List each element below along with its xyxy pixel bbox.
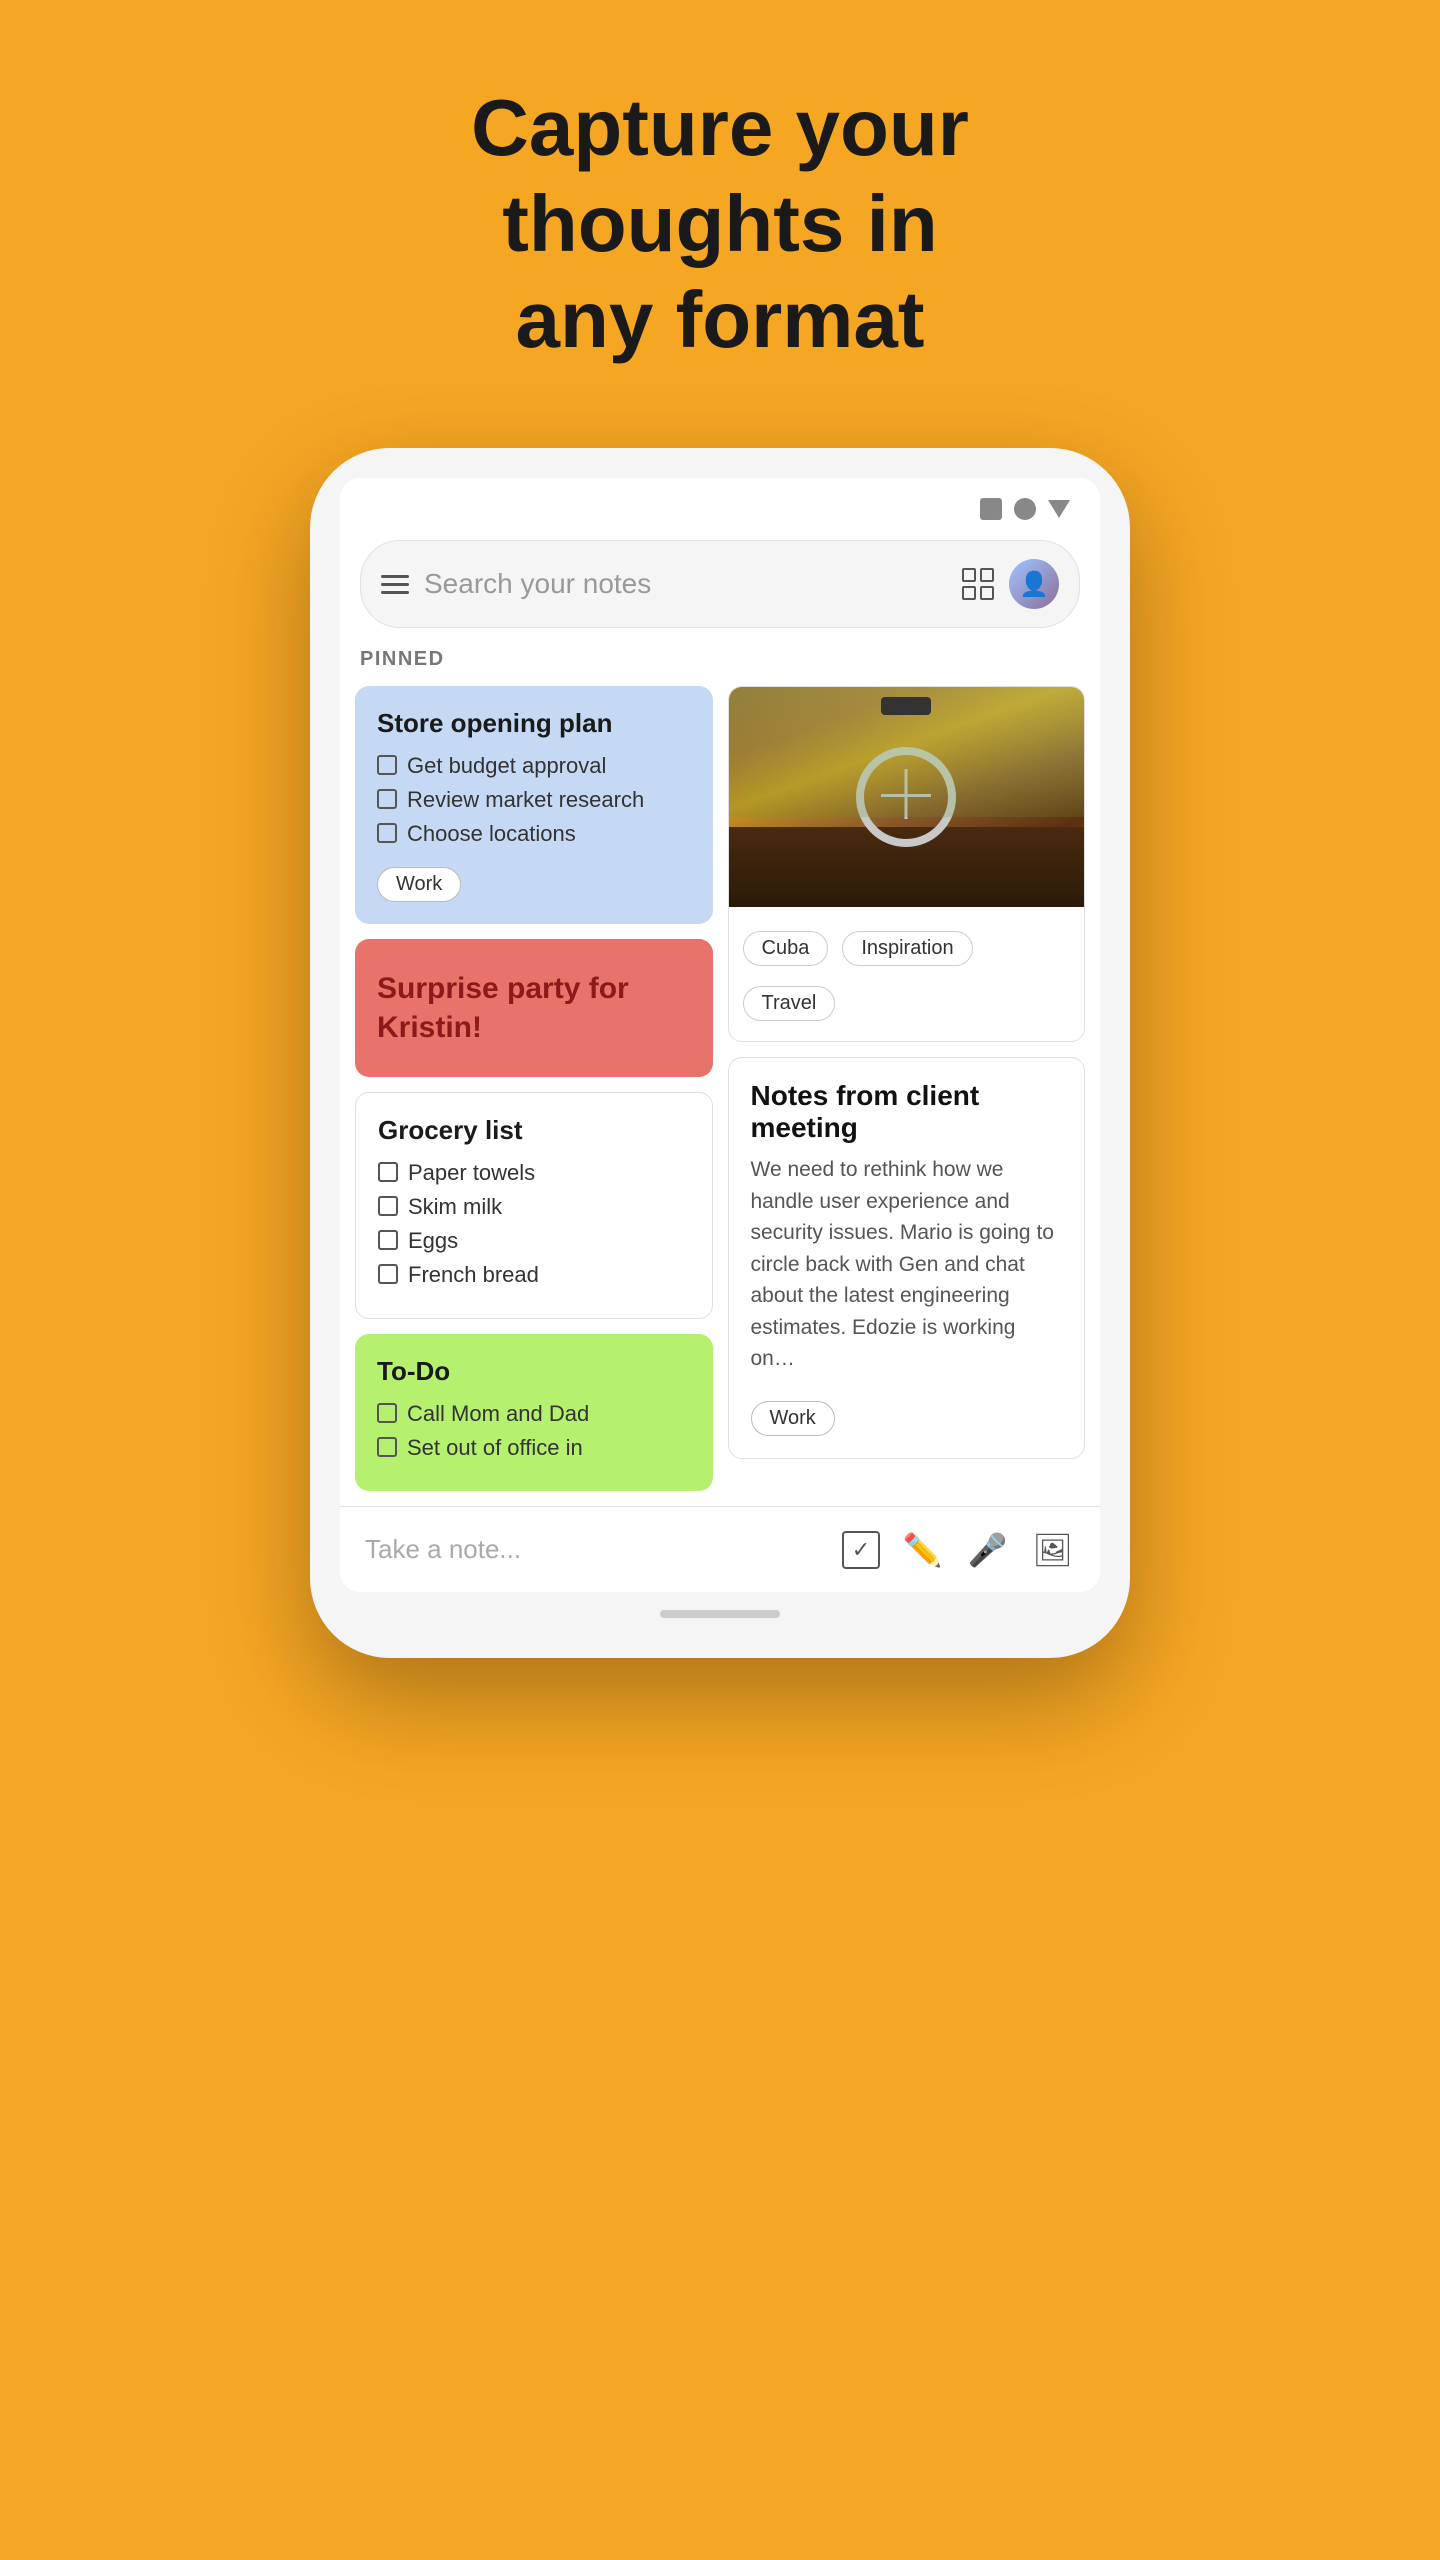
checkbox-item-1: Get budget approval	[377, 753, 691, 779]
note-client-meeting[interactable]: Notes from client meeting We need to ret…	[728, 1057, 1086, 1459]
phone-screen: Search your notes 👤 PINNED St	[340, 478, 1100, 1592]
note-client-tag[interactable]: Work	[751, 1401, 835, 1436]
note-store-plan-tag[interactable]: Work	[377, 867, 461, 902]
checkbox-grocery-1[interactable]	[378, 1162, 398, 1182]
home-indicator	[660, 1610, 780, 1618]
grocery-item-3: Eggs	[378, 1228, 690, 1254]
checkbox-tool-icon[interactable]	[842, 1531, 880, 1569]
note-store-plan[interactable]: Store opening plan Get budget approval R…	[355, 686, 713, 924]
checkbox-2[interactable]	[377, 789, 397, 809]
checkbox-1[interactable]	[377, 755, 397, 775]
status-icon-triangle	[1048, 500, 1070, 518]
todo-item-2: Set out of office in	[377, 1435, 691, 1461]
checkbox-grocery-3[interactable]	[378, 1230, 398, 1250]
note-todo-title: To-Do	[377, 1356, 691, 1387]
checkbox-todo-1[interactable]	[377, 1403, 397, 1423]
tag-cuba[interactable]: Cuba	[743, 931, 829, 966]
grocery-item-2: Skim milk	[378, 1194, 690, 1220]
todo-item-1: Call Mom and Dad	[377, 1401, 691, 1427]
menu-icon[interactable]	[381, 575, 409, 594]
search-placeholder-text[interactable]: Search your notes	[424, 568, 947, 600]
checkbox-item-3: Choose locations	[377, 821, 691, 847]
checkbox-todo-2[interactable]	[377, 1437, 397, 1457]
layout-toggle-icon[interactable]	[962, 568, 994, 600]
note-client-title: Notes from client meeting	[751, 1080, 1063, 1144]
note-client-body: We need to rethink how we handle user ex…	[751, 1154, 1063, 1375]
checkbox-grocery-4[interactable]	[378, 1264, 398, 1284]
checkbox-item-2: Review market research	[377, 787, 691, 813]
note-store-plan-title: Store opening plan	[377, 708, 691, 739]
notes-col-left: Store opening plan Get budget approval R…	[355, 686, 713, 1491]
note-photo[interactable]: Cuba Inspiration Travel	[728, 686, 1086, 1042]
note-surprise-title: Surprise party for Kristin!	[377, 969, 691, 1047]
checkbox-grocery-2[interactable]	[378, 1196, 398, 1216]
search-bar[interactable]: Search your notes 👤	[360, 540, 1080, 628]
grocery-item-4: French bread	[378, 1262, 690, 1288]
status-icon-square	[980, 498, 1002, 520]
note-surprise-party[interactable]: Surprise party for Kristin!	[355, 939, 713, 1077]
grocery-item-1: Paper towels	[378, 1160, 690, 1186]
image-icon[interactable]: 🖼	[1030, 1527, 1075, 1572]
page-title: Capture your thoughts in any format	[320, 80, 1120, 368]
note-grocery-title: Grocery list	[378, 1115, 690, 1146]
avatar[interactable]: 👤	[1009, 559, 1059, 609]
status-icon-circle	[1014, 498, 1036, 520]
phone-frame: Search your notes 👤 PINNED St	[310, 448, 1130, 1658]
photo-note-tags: Cuba Inspiration Travel	[729, 907, 1085, 1026]
pencil-icon[interactable]: ✏️	[900, 1527, 945, 1572]
note-grocery-list[interactable]: Grocery list Paper towels Skim milk Eggs	[355, 1092, 713, 1319]
checkbox-3[interactable]	[377, 823, 397, 843]
tag-inspiration[interactable]: Inspiration	[842, 931, 972, 966]
take-note-placeholder[interactable]: Take a note...	[365, 1534, 822, 1565]
bottom-toolbar: Take a note... ✏️ 🎤 🖼	[340, 1506, 1100, 1592]
mic-icon[interactable]: 🎤	[965, 1527, 1010, 1572]
status-bar	[340, 478, 1100, 530]
pinned-section-label: PINNED	[340, 648, 1100, 686]
notes-col-right: Cuba Inspiration Travel Notes from clien…	[728, 686, 1086, 1491]
note-todo[interactable]: To-Do Call Mom and Dad Set out of office…	[355, 1334, 713, 1491]
photo-tags-row: Cuba Inspiration	[743, 919, 1071, 966]
notes-grid: Store opening plan Get budget approval R…	[340, 686, 1100, 1506]
tag-travel[interactable]: Travel	[743, 986, 836, 1021]
